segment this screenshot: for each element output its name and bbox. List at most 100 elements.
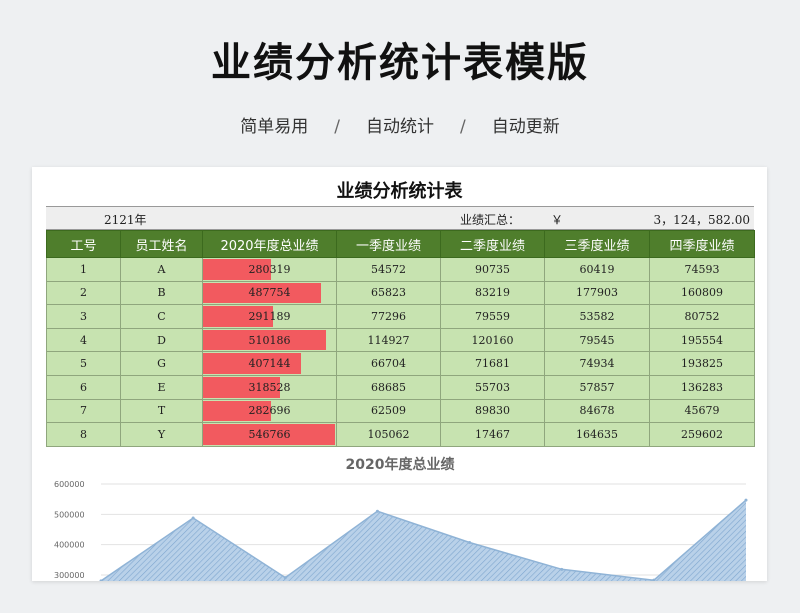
column-header[interactable]: 一季度业绩 <box>336 230 441 258</box>
quarter-cell[interactable]: 105062 <box>336 422 441 447</box>
total-performance-cell[interactable]: 407144 <box>202 351 337 376</box>
quarter-cell[interactable]: 136283 <box>649 374 755 400</box>
total-performance-cell[interactable]: 282696 <box>202 398 337 424</box>
column-header[interactable]: 工号 <box>46 230 121 258</box>
employee-name-cell[interactable]: Y <box>120 422 203 447</box>
subtitle: 简单易用 / 自动统计 / 自动更新 <box>0 112 800 137</box>
sum-value[interactable]: 3，124，582.00 <box>653 211 750 228</box>
employee-id-cell[interactable]: 7 <box>46 398 121 424</box>
table-row: 8 Y 546766 105062 17467 164635 259602 <box>46 422 755 447</box>
quarter-cell[interactable]: 83219 <box>440 280 545 306</box>
quarter-cell[interactable]: 193825 <box>649 351 755 376</box>
quarter-cell[interactable]: 74593 <box>649 257 755 282</box>
quarter-cell[interactable]: 45679 <box>649 398 755 424</box>
quarter-cell[interactable]: 65823 <box>336 280 441 306</box>
total-value: 546766 <box>248 427 291 441</box>
quarter-cell[interactable]: 53582 <box>544 304 650 329</box>
column-header[interactable]: 员工姓名 <box>120 230 203 258</box>
quarter-cell[interactable]: 80752 <box>649 304 755 329</box>
currency-symbol: ￥ <box>551 213 564 227</box>
quarter-cell[interactable]: 114927 <box>336 327 441 353</box>
quarter-cell[interactable]: 120160 <box>440 327 545 353</box>
column-header[interactable]: 三季度业绩 <box>544 230 650 258</box>
subtitle-item-3: 自动更新 <box>491 117 560 137</box>
employee-id-cell[interactable]: 6 <box>46 374 121 400</box>
quarter-cell[interactable]: 84678 <box>544 398 650 424</box>
data-point[interactable] <box>283 576 287 580</box>
quarter-cell[interactable]: 195554 <box>649 327 755 353</box>
total-value: 318528 <box>248 380 291 394</box>
quarter-cell[interactable]: 90735 <box>440 257 545 282</box>
data-point[interactable] <box>191 516 195 520</box>
quarter-cell[interactable]: 77296 <box>336 304 441 329</box>
year-cell[interactable]: 2121年 <box>104 211 147 228</box>
employee-name-cell[interactable]: C <box>120 304 203 329</box>
chart-marks <box>99 498 748 581</box>
employee-name-cell[interactable]: G <box>120 351 203 376</box>
quarter-cell[interactable]: 60419 <box>544 257 650 282</box>
employee-id-cell[interactable]: 1 <box>46 257 121 282</box>
total-performance-cell[interactable]: 487754 <box>202 280 337 306</box>
total-value: 510186 <box>248 333 291 347</box>
employee-name-cell[interactable]: T <box>120 398 203 424</box>
table-row: 7 T 282696 62509 89830 84678 45679 <box>46 398 755 424</box>
quarter-cell[interactable]: 74934 <box>544 351 650 376</box>
table-row: 3 C 291189 77296 79559 53582 80752 <box>46 304 755 329</box>
total-value: 487754 <box>248 286 291 300</box>
total-value: 280319 <box>248 262 291 276</box>
summary-row: 2121年 业绩汇总： ￥ 3，124，582.00 <box>46 206 754 230</box>
area-series <box>101 500 746 581</box>
quarter-cell[interactable]: 79545 <box>544 327 650 353</box>
y-tick-label: 500000 <box>54 510 85 519</box>
performance-table: 工号 员工姓名 2020年度总业绩 一季度业绩 二季度业绩 三季度业绩 四季度业… <box>46 230 755 447</box>
employee-id-cell[interactable]: 4 <box>46 327 121 353</box>
employee-id-cell[interactable]: 2 <box>46 280 121 306</box>
table-body: 1 A 280319 54572 90735 60419 74593 2 B 487754 6582… <box>46 257 755 447</box>
data-point[interactable] <box>560 567 564 571</box>
page-title: 业绩分析统计表模版 <box>211 40 589 86</box>
column-header[interactable]: 2020年度总业绩 <box>202 230 337 258</box>
quarter-cell[interactable]: 55703 <box>440 374 545 400</box>
y-tick-label: 400000 <box>54 541 85 550</box>
quarter-cell[interactable]: 259602 <box>649 422 755 447</box>
employee-id-cell[interactable]: 8 <box>46 422 121 447</box>
total-performance-cell[interactable]: 280319 <box>202 257 337 282</box>
quarter-cell[interactable]: 160809 <box>649 280 755 306</box>
quarter-cell[interactable]: 17467 <box>440 422 545 447</box>
data-point[interactable] <box>375 509 379 513</box>
subtitle-separator: / <box>460 117 466 137</box>
employee-id-cell[interactable]: 5 <box>46 351 121 376</box>
quarter-cell[interactable]: 71681 <box>440 351 545 376</box>
quarter-cell[interactable]: 79559 <box>440 304 545 329</box>
table-row: 5 G 407144 66704 71681 74934 193825 <box>46 351 755 376</box>
employee-name-cell[interactable]: A <box>120 257 203 282</box>
quarter-cell[interactable]: 164635 <box>544 422 650 447</box>
total-performance-cell[interactable]: 318528 <box>202 374 337 400</box>
quarter-cell[interactable]: 89830 <box>440 398 545 424</box>
quarter-cell[interactable]: 68685 <box>336 374 441 400</box>
quarter-cell[interactable]: 177903 <box>544 280 650 306</box>
employee-id-cell[interactable]: 3 <box>46 304 121 329</box>
quarter-cell[interactable]: 54572 <box>336 257 441 282</box>
total-value: 282696 <box>248 404 291 418</box>
total-value: 407144 <box>248 357 291 371</box>
table-row: 4 D 510186 114927 120160 79545 195554 <box>46 327 755 353</box>
quarter-cell[interactable]: 57857 <box>544 374 650 400</box>
employee-name-cell[interactable]: E <box>120 374 203 400</box>
total-performance-cell[interactable]: 291189 <box>202 304 337 329</box>
total-performance-cell[interactable]: 546766 <box>202 422 337 447</box>
quarter-cell[interactable]: 62509 <box>336 398 441 424</box>
column-header[interactable]: 四季度业绩 <box>649 230 755 258</box>
data-point[interactable] <box>468 540 472 544</box>
total-value: 291189 <box>248 309 291 323</box>
table-header-row: 工号 员工姓名 2020年度总业绩 一季度业绩 二季度业绩 三季度业绩 四季度业… <box>46 230 755 258</box>
employee-name-cell[interactable]: B <box>120 280 203 306</box>
table-row: 1 A 280319 54572 90735 60419 74593 <box>46 257 755 282</box>
total-performance-cell[interactable]: 510186 <box>202 327 337 353</box>
column-header[interactable]: 二季度业绩 <box>440 230 545 258</box>
employee-name-cell[interactable]: D <box>120 327 203 353</box>
subtitle-separator: / <box>334 117 340 137</box>
sheet-title: 业绩分析统计表 <box>336 181 463 202</box>
quarter-cell[interactable]: 66704 <box>336 351 441 376</box>
data-point[interactable] <box>744 498 748 502</box>
